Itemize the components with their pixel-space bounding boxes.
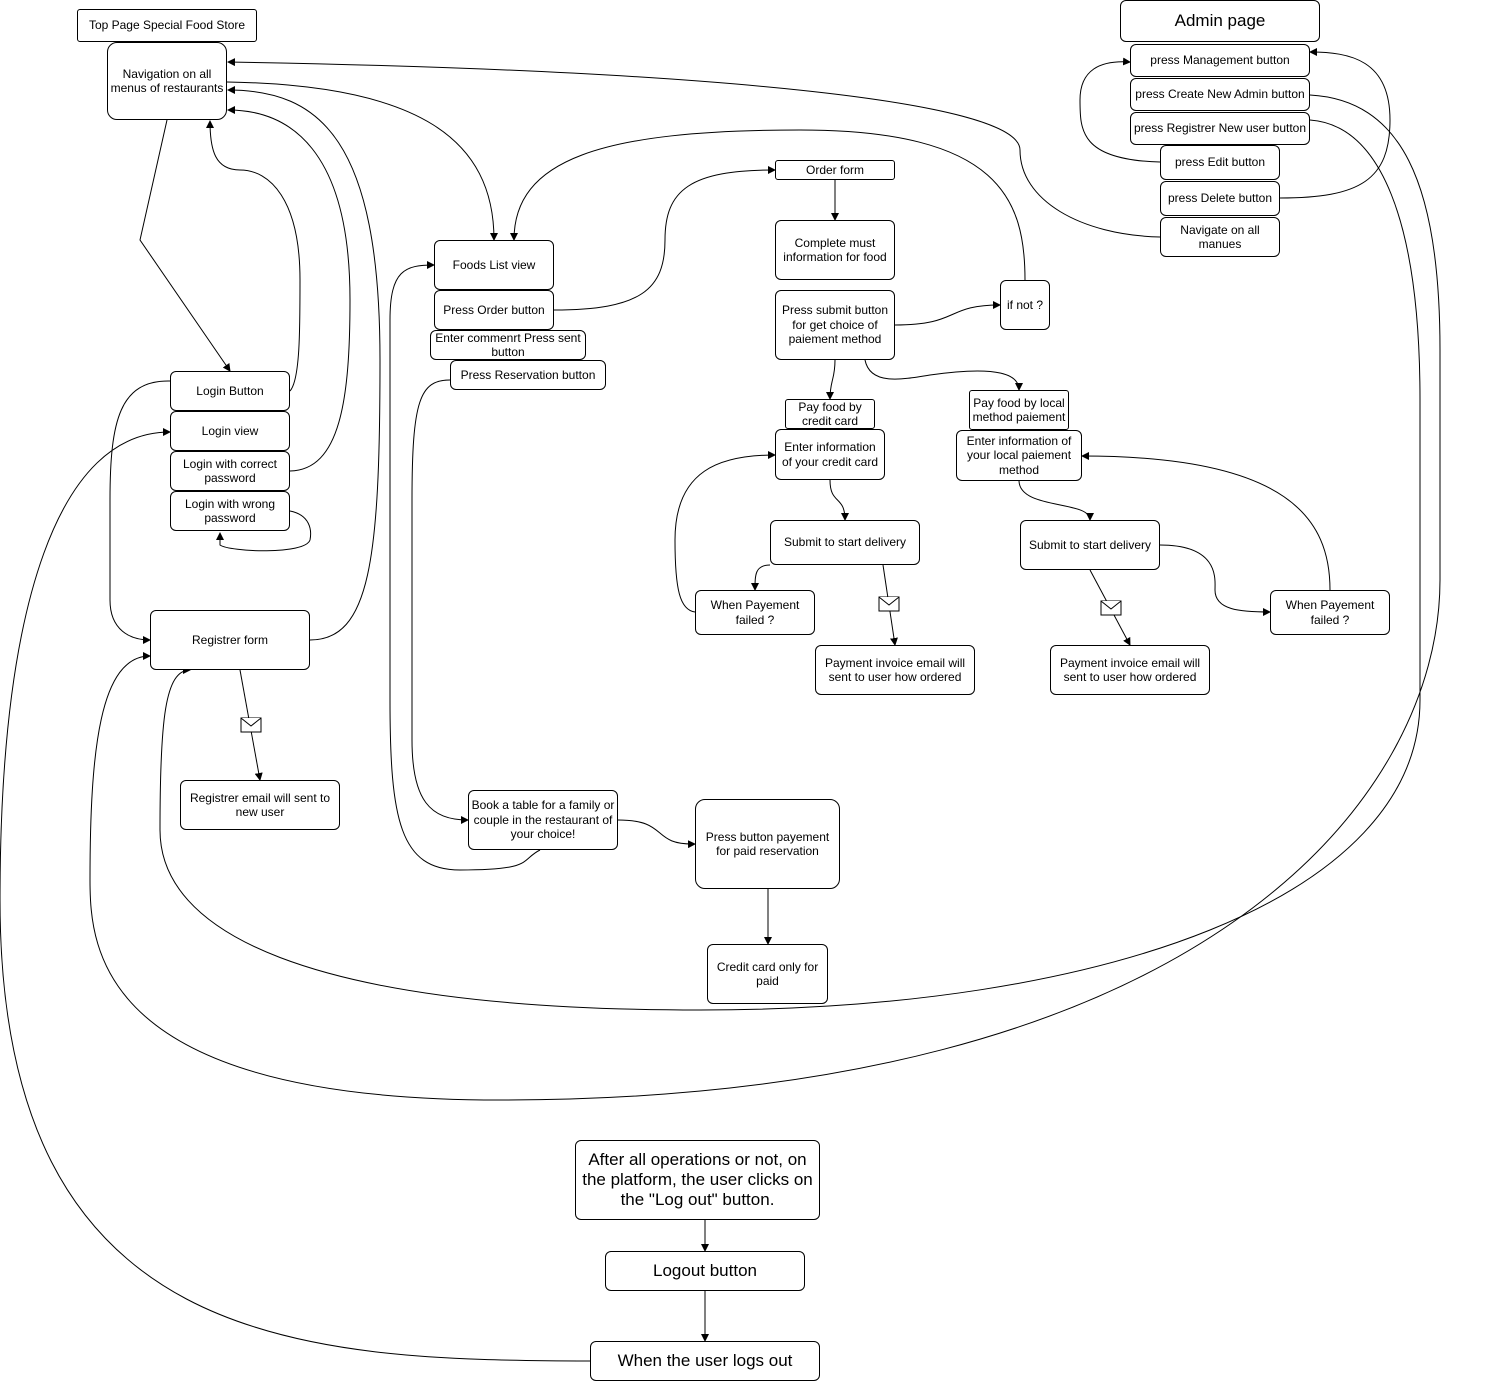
node-top-page: Top Page Special Food Store: [77, 9, 257, 42]
node-login-correct: Login with correct password: [170, 451, 290, 491]
edge: [411, 379, 469, 824]
node-press-submit: Press submit button for get choice of pa…: [775, 290, 895, 360]
node-credit-only: Credit card only for paid: [707, 944, 828, 1004]
node-admin-page: Admin page: [1120, 0, 1320, 42]
node-press-edit: press Edit button: [1160, 145, 1280, 180]
edge: [826, 359, 836, 400]
node-pay-reservation: Press button payement for paid reservati…: [695, 799, 840, 889]
node-order-form: Order form: [775, 160, 895, 180]
node-press-registrer-user: press Registrer New user button: [1130, 112, 1310, 145]
diagram-canvas: Top Page Special Food Store Navigation o…: [0, 0, 1502, 1382]
node-submit-delivery-local: Submit to start delivery: [1020, 520, 1160, 570]
edge: [206, 120, 301, 392]
edge: [829, 479, 849, 521]
node-registrer-email: Registrer email will sent to new user: [180, 780, 340, 830]
edge: [864, 359, 1023, 391]
node-press-reservation: Press Reservation button: [450, 360, 606, 390]
edge: [510, 129, 1026, 281]
node-enter-comment: Enter commenrt Press sent button: [430, 330, 586, 360]
node-press-create-admin: press Create New Admin button: [1130, 78, 1310, 111]
node-press-delete: press Delete button: [1160, 181, 1280, 216]
node-payment-failed-credit: When Payement failed ?: [695, 590, 815, 635]
edge: [674, 451, 776, 613]
node-if-not: if not ?: [1000, 280, 1050, 330]
edge: [226, 81, 498, 241]
node-user-logs-out: When the user logs out: [590, 1341, 820, 1381]
node-book-table: Book a table for a family or couple in t…: [468, 790, 618, 850]
node-invoice-credit: Payment invoice email will sent to user …: [815, 645, 975, 695]
node-enter-credit: Enter information of your credit card: [775, 429, 885, 480]
edge: [227, 58, 1161, 238]
edge: [1159, 544, 1271, 616]
node-logout-button: Logout button: [605, 1251, 805, 1291]
node-complete-info: Complete must information for food: [775, 220, 895, 280]
edge: [109, 380, 171, 644]
envelope-icon: [1100, 600, 1122, 616]
node-login-wrong: Login with wrong password: [170, 491, 290, 531]
node-registrer-form: Registrer form: [150, 610, 310, 670]
envelope-icon: [240, 717, 262, 733]
node-pay-local: Pay food by local method paiement: [969, 390, 1069, 430]
node-navigation-menus: Navigation on all menus of restaurants: [107, 42, 227, 120]
envelope-icon: [878, 596, 900, 612]
node-login-view: Login view: [170, 411, 290, 451]
node-after-operations: After all operations or not, on the plat…: [575, 1140, 820, 1220]
node-submit-delivery-credit: Submit to start delivery: [770, 520, 920, 565]
node-pay-credit: Pay food by credit card: [785, 399, 875, 429]
edge: [0, 428, 591, 1362]
node-invoice-local: Payment invoice email will sent to user …: [1050, 645, 1210, 695]
node-enter-local: Enter information of your local paiement…: [956, 430, 1082, 481]
edge: [227, 86, 381, 641]
node-login-button: Login Button: [170, 371, 290, 411]
node-foods-list: Foods List view: [434, 240, 554, 290]
edge: [1018, 480, 1094, 521]
node-payment-failed-local: When Payement failed ?: [1270, 590, 1390, 635]
node-navigate-all: Navigate on all manues: [1160, 217, 1280, 257]
edge: [617, 819, 696, 849]
edge: [894, 301, 1001, 326]
edge: [553, 166, 776, 311]
edge: [751, 564, 771, 591]
node-press-management: press Management button: [1130, 44, 1310, 77]
node-press-order: Press Order button: [434, 290, 554, 330]
